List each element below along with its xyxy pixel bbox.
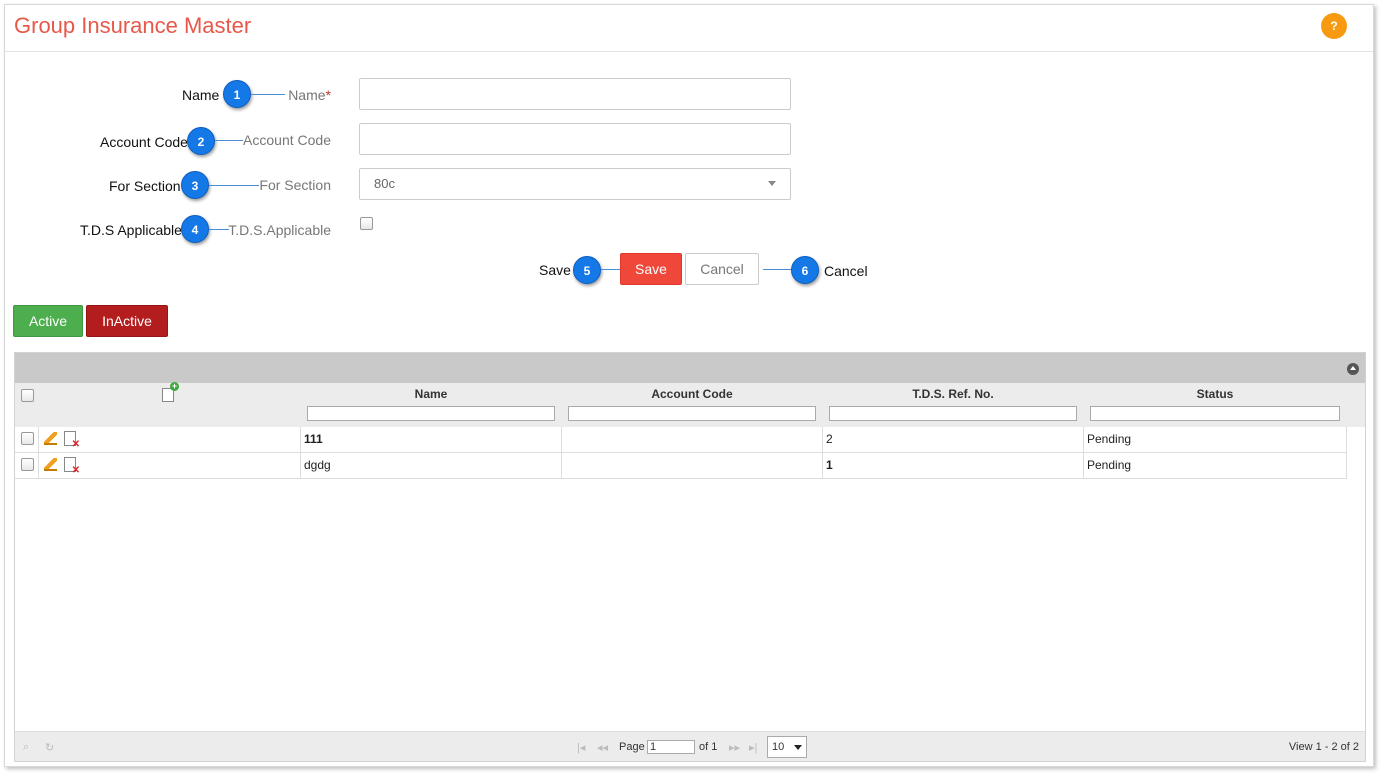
chevron-down-icon — [794, 745, 802, 750]
row-select-cell — [15, 427, 39, 452]
for-section-select[interactable]: 80c — [359, 168, 791, 200]
data-grid: Name Account Code T.D.S. Ref. No. Status… — [14, 352, 1366, 762]
save-button[interactable]: Save — [620, 253, 682, 285]
cell-tds-ref-no: 1 — [823, 453, 1084, 478]
tds-applicable-field-label: T.D.S.Applicable — [228, 222, 331, 238]
chevron-down-icon — [768, 181, 776, 186]
tds-applicable-checkbox[interactable] — [360, 217, 373, 230]
callout-5: 5 — [573, 256, 601, 284]
main-window: Group Insurance Master ? Name 1 Name* Ac… — [4, 4, 1374, 767]
table-row[interactable]: dgdg 1 Pending — [15, 453, 1347, 479]
delete-icon[interactable] — [64, 457, 80, 476]
annotation-label-tds-applicable: T.D.S Applicable — [80, 222, 182, 238]
help-button[interactable]: ? — [1321, 13, 1347, 39]
page-size-value: 10 — [772, 741, 785, 753]
cell-name: 111 — [301, 427, 562, 452]
column-header-name[interactable]: Name — [301, 387, 561, 401]
cell-status: Pending — [1084, 453, 1347, 478]
page-number-input[interactable]: 1 — [647, 740, 695, 754]
cell-account-code — [562, 453, 823, 478]
active-filter-button[interactable]: Active — [13, 305, 83, 337]
table-row[interactable]: 111 2 Pending — [15, 427, 1347, 453]
edit-icon[interactable] — [44, 458, 57, 471]
grid-header: Name Account Code T.D.S. Ref. No. Status — [15, 382, 1365, 427]
delete-icon[interactable] — [64, 431, 80, 450]
cancel-button[interactable]: Cancel — [685, 253, 759, 285]
column-header-tds-ref-no[interactable]: T.D.S. Ref. No. — [823, 387, 1083, 401]
annotation-label-save: Save — [539, 262, 571, 278]
collapse-icon[interactable] — [1347, 363, 1359, 375]
callout-3: 3 — [181, 171, 209, 199]
for-section-field-label: For Section — [259, 177, 331, 193]
inactive-filter-button[interactable]: InActive — [86, 305, 168, 337]
filter-input-account-code[interactable] — [568, 406, 816, 421]
filter-input-tds-ref-no[interactable] — [829, 406, 1077, 421]
cell-account-code — [562, 427, 823, 452]
leader-line-5 — [601, 269, 621, 270]
callout-4: 4 — [181, 215, 209, 243]
column-header-account-code[interactable]: Account Code — [562, 387, 822, 401]
annotation-label-for-section: For Section — [109, 178, 181, 194]
cell-name: dgdg — [301, 453, 562, 478]
filter-input-name[interactable] — [307, 406, 555, 421]
grid-caption-bar — [15, 353, 1365, 383]
refresh-icon[interactable]: ↻ — [45, 741, 54, 754]
for-section-selected-value: 80c — [374, 176, 395, 191]
edit-icon[interactable] — [44, 432, 57, 445]
row-checkbox[interactable] — [21, 432, 34, 445]
grid-pager: ⌕ ↻ |◂ ◂◂ Page 1 of 1 ▸▸ ▸| 10 View 1 - … — [15, 731, 1365, 761]
annotation-label-name: Name — [182, 87, 220, 103]
leader-line-6 — [763, 269, 793, 270]
last-page-icon[interactable]: ▸| — [749, 741, 757, 754]
add-record-icon[interactable] — [162, 382, 179, 402]
name-input[interactable] — [359, 78, 791, 110]
callout-1: 1 — [223, 80, 251, 108]
callout-2: 2 — [187, 127, 215, 155]
title-divider — [5, 51, 1373, 52]
page-count-label: of 1 — [699, 741, 718, 753]
previous-page-icon[interactable]: ◂◂ — [597, 741, 608, 754]
row-checkbox[interactable] — [21, 458, 34, 471]
name-field-label: Name* — [288, 87, 331, 103]
annotation-label-cancel: Cancel — [824, 263, 868, 279]
view-records-info: View 1 - 2 of 2 — [1288, 741, 1359, 753]
filter-input-status[interactable] — [1090, 406, 1340, 421]
page-title: Group Insurance Master — [14, 13, 252, 38]
page-size-select[interactable]: 10 — [767, 736, 807, 758]
callout-6: 6 — [791, 256, 819, 284]
first-page-icon[interactable]: |◂ — [577, 741, 585, 754]
next-page-icon[interactable]: ▸▸ — [729, 741, 740, 754]
account-code-input[interactable] — [359, 123, 791, 155]
row-select-cell — [15, 453, 39, 478]
cell-tds-ref-no: 2 — [823, 427, 1084, 452]
select-all-checkbox[interactable] — [21, 389, 34, 402]
column-header-status[interactable]: Status — [1084, 387, 1346, 401]
cell-status: Pending — [1084, 427, 1347, 452]
annotation-label-account-code: Account Code — [100, 134, 188, 150]
search-icon[interactable]: ⌕ — [23, 741, 29, 754]
page-label: Page — [619, 741, 645, 753]
account-code-field-label: Account Code — [243, 132, 331, 148]
